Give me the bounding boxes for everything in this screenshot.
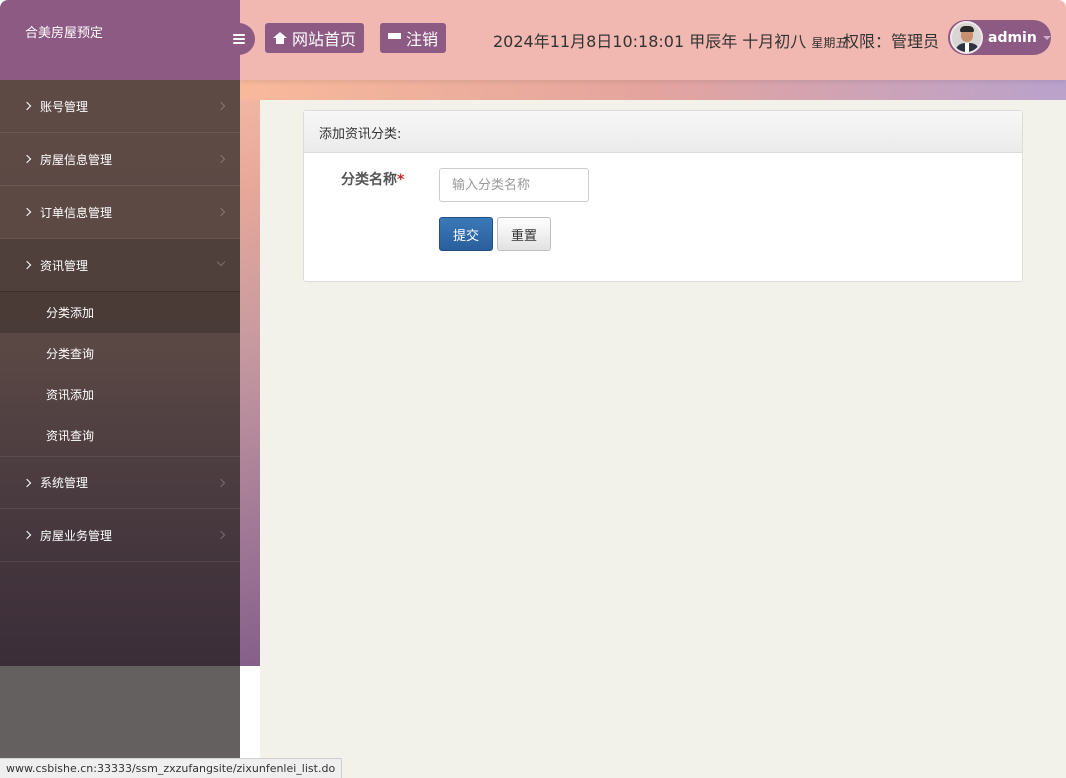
- brand-logo[interactable]: 合美房屋预定: [0, 0, 240, 80]
- sidebar-item-label: 系统管理: [40, 476, 89, 490]
- permission-label: 权限：管理员: [843, 32, 940, 51]
- collapse-arrow-icon: [216, 257, 226, 267]
- username: admin: [988, 29, 1037, 46]
- home-button[interactable]: 网站首页: [265, 23, 365, 53]
- expand-arrow-icon: [216, 207, 226, 217]
- avatar: [950, 21, 983, 54]
- chevron-right-icon: [22, 101, 32, 111]
- sidebar-subitem-category-query[interactable]: 分类查询: [0, 333, 240, 374]
- sidebar-submenu-news: 分类添加 分类查询 资讯添加 资讯查询: [0, 292, 240, 456]
- category-name-label: 分类名称*: [341, 169, 404, 189]
- expand-arrow-icon: [216, 530, 226, 540]
- sidebar-item-system[interactable]: 系统管理: [0, 456, 240, 509]
- sidebar-subitem-label: 资讯添加: [46, 388, 95, 402]
- sidebar-subitem-category-add[interactable]: 分类添加: [0, 292, 240, 333]
- field-label-text: 分类名称: [341, 172, 397, 188]
- sidebar-subitem-label: 分类查询: [46, 347, 95, 361]
- sidebar-item-label: 订单信息管理: [40, 205, 113, 220]
- sidebar-subitem-news-add[interactable]: 资讯添加: [0, 374, 240, 415]
- chevron-right-icon: [22, 154, 32, 164]
- chevron-right-icon: [22, 530, 32, 540]
- expand-arrow-icon: [216, 101, 226, 111]
- required-mark: *: [397, 172, 405, 188]
- browser-status-bar: www.csbishe.cn:33333/ssm_zxzufangsite/zi…: [0, 758, 343, 778]
- category-name-input[interactable]: [439, 168, 589, 202]
- sidebar-item-label: 资讯管理: [40, 258, 89, 273]
- brand-title: 合美房屋预定: [25, 26, 104, 41]
- sidebar-item-account[interactable]: 账号管理: [0, 80, 240, 133]
- user-menu[interactable]: admin: [948, 20, 1051, 55]
- logout-button-label: 注销: [406, 30, 439, 49]
- sidebar-item-label: 房屋业务管理: [40, 528, 113, 543]
- home-button-label: 网站首页: [292, 30, 357, 49]
- sidebar: 账号管理 房屋信息管理 订单信息管理 资讯管理 分类添加 分类查询 资讯添加 资…: [0, 80, 240, 666]
- sidebar-subitem-label: 资讯查询: [46, 429, 95, 443]
- chevron-right-icon: [22, 478, 32, 487]
- list-icon: [388, 32, 401, 44]
- weekday-text: 星期五: [811, 36, 848, 50]
- datetime-text: 2024年11月8日10:18:01 甲辰年 十月初八: [493, 32, 807, 51]
- submit-button[interactable]: 提交: [439, 217, 493, 251]
- datetime-display: 2024年11月8日10:18:01 甲辰年 十月初八 星期五: [493, 28, 847, 52]
- sidebar-subitem-news-query[interactable]: 资讯查询: [0, 415, 240, 456]
- sidebar-item-news[interactable]: 资讯管理: [0, 239, 240, 292]
- logout-button[interactable]: 注销: [380, 23, 447, 53]
- sidebar-item-label: 账号管理: [40, 99, 89, 114]
- expand-arrow-icon: [216, 478, 226, 488]
- main-content: 添加资讯分类: 分类名称* 提交 重置: [260, 100, 1066, 778]
- sidebar-item-label: 房屋信息管理: [40, 152, 113, 167]
- sidebar-item-orders[interactable]: 订单信息管理: [0, 186, 240, 239]
- expand-arrow-icon: [216, 154, 226, 164]
- sidebar-toggle-button[interactable]: [222, 23, 255, 55]
- reset-button[interactable]: 重置: [497, 217, 551, 251]
- home-icon: [273, 32, 287, 44]
- sidebar-subitem-label: 分类添加: [46, 306, 95, 320]
- menu-icon: [232, 34, 245, 44]
- caret-down-icon: [1042, 35, 1051, 40]
- sidebar-item-house-info[interactable]: 房屋信息管理: [0, 133, 240, 186]
- chevron-right-icon: [22, 207, 32, 217]
- chevron-right-icon: [22, 260, 32, 270]
- panel-title: 添加资讯分类:: [304, 111, 1022, 153]
- add-category-panel: 添加资讯分类: 分类名称* 提交 重置: [303, 110, 1023, 282]
- sidebar-item-house-business[interactable]: 房屋业务管理: [0, 509, 240, 562]
- sidebar-menu: 账号管理 房屋信息管理 订单信息管理 资讯管理 分类添加 分类查询 资讯添加 资…: [0, 80, 240, 562]
